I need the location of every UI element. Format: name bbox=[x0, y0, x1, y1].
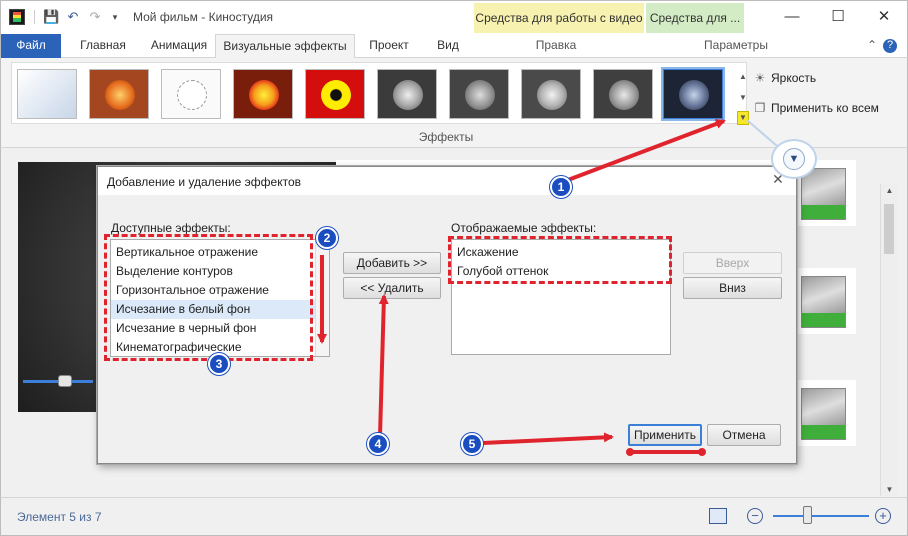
status-item-count: Элемент 5 из 7 bbox=[17, 510, 102, 524]
zoom-in-icon[interactable]: + bbox=[875, 508, 891, 524]
save-icon[interactable]: 💾 bbox=[43, 9, 59, 25]
close-button[interactable]: ✕ bbox=[861, 1, 907, 33]
add-effect-button[interactable]: Добавить >> bbox=[343, 252, 441, 274]
redo-icon[interactable]: ↷ bbox=[87, 9, 103, 25]
effects-gallery: ▲ ▼ ▼ bbox=[11, 62, 749, 125]
storyboard-clip[interactable] bbox=[801, 388, 846, 440]
available-list-scrollbar[interactable] bbox=[315, 240, 329, 356]
quick-access-separator bbox=[34, 10, 35, 24]
effect-gray-dark-thumb[interactable] bbox=[449, 69, 509, 119]
film-app-icon bbox=[9, 9, 25, 25]
effect-sketch-thumb[interactable] bbox=[161, 69, 221, 119]
tab-view[interactable]: Вид bbox=[423, 34, 473, 58]
maximize-button[interactable]: ☐ bbox=[815, 1, 861, 33]
monitor-icon[interactable] bbox=[709, 508, 727, 524]
apply-button[interactable]: Применить bbox=[628, 424, 702, 446]
more-effects-dropdown-icon: ▼ bbox=[783, 148, 805, 170]
scrollbar-thumb[interactable] bbox=[884, 204, 894, 254]
ribbon-tabs: Файл Главная Анимация Визуальные эффекты… bbox=[0, 34, 908, 59]
dialog-title-bar: Добавление и удаление эффектов ✕ bbox=[98, 167, 796, 195]
tab-home[interactable]: Главная bbox=[63, 34, 143, 58]
annotation-badge-2: 2 bbox=[316, 227, 338, 249]
annotation-callout: ▼ bbox=[771, 139, 817, 179]
available-effects-label: Доступные эффекты: bbox=[111, 221, 231, 235]
remove-effect-button[interactable]: << Удалить bbox=[343, 277, 441, 299]
preview-seek-thumb[interactable] bbox=[58, 375, 72, 387]
effect-none-thumb[interactable] bbox=[17, 69, 77, 119]
zoom-slider-track[interactable] bbox=[773, 515, 869, 517]
annotation-badge-3: 3 bbox=[208, 353, 230, 375]
apply-all-label: Применить ко всем bbox=[771, 101, 879, 115]
scroll-down-icon[interactable]: ▼ bbox=[881, 485, 898, 494]
apply-all-icon: ❐ bbox=[754, 101, 766, 115]
apply-all-button[interactable]: ❐ Применить ко всем bbox=[753, 98, 879, 118]
tab-project[interactable]: Проект bbox=[357, 34, 421, 58]
tab-file[interactable]: Файл bbox=[1, 34, 61, 58]
gallery-more-icon[interactable]: ▼ bbox=[737, 111, 749, 125]
gallery-scroll-up-icon[interactable]: ▲ bbox=[737, 69, 749, 85]
effect-saturation-thumb[interactable] bbox=[233, 69, 293, 119]
dialog-title: Добавление и удаление эффектов bbox=[107, 175, 301, 189]
storyboard-clip[interactable] bbox=[801, 276, 846, 328]
effects-group-label: Эффекты bbox=[418, 130, 474, 144]
storyboard-clip[interactable] bbox=[801, 168, 846, 220]
annotation-badge-5: 5 bbox=[461, 433, 483, 455]
move-up-button[interactable]: Вверх bbox=[683, 252, 782, 274]
effect-gray-light-thumb[interactable] bbox=[521, 69, 581, 119]
brightness-label: Яркость bbox=[771, 71, 817, 85]
context-group-edit[interactable]: Правка bbox=[481, 34, 631, 58]
context-tab-video-tools[interactable]: Средства для работы с видео bbox=[474, 3, 644, 33]
tab-animation[interactable]: Анимация bbox=[143, 34, 215, 58]
effect-mono-thumb[interactable] bbox=[593, 69, 653, 119]
cancel-button[interactable]: Отмена bbox=[707, 424, 781, 446]
effect-gray-thumb[interactable] bbox=[377, 69, 437, 119]
tab-visual-effects[interactable]: Визуальные эффекты bbox=[215, 34, 355, 59]
annotation-box-available bbox=[104, 234, 313, 361]
status-bar: Элемент 5 из 7 − + bbox=[0, 497, 908, 536]
move-down-button[interactable]: Вниз bbox=[683, 277, 782, 299]
storyboard-scrollbar[interactable]: ▲ ▼ bbox=[880, 184, 897, 496]
effect-threshold-thumb[interactable] bbox=[305, 69, 365, 119]
annotation-badge-1: 1 bbox=[550, 176, 572, 198]
annotation-badge-4: 4 bbox=[367, 433, 389, 455]
undo-icon[interactable]: ↶ bbox=[65, 9, 81, 25]
effect-blue-tint-thumb[interactable] bbox=[661, 67, 725, 121]
quick-access-dropdown-icon[interactable]: ▾ bbox=[107, 9, 123, 25]
displayed-effects-label: Отображаемые эффекты: bbox=[451, 221, 597, 235]
zoom-slider-thumb[interactable] bbox=[803, 506, 812, 524]
help-icon[interactable]: ? bbox=[883, 39, 897, 53]
title-bar: 💾 ↶ ↷ ▾ Мой фильм - Киностудия Средства … bbox=[0, 0, 908, 34]
brightness-button[interactable]: ☀ Яркость bbox=[753, 68, 817, 88]
effect-warm-thumb[interactable] bbox=[89, 69, 149, 119]
window-title: Мой фильм - Киностудия bbox=[133, 10, 274, 24]
context-tab-other-tools[interactable]: Средства для ... bbox=[646, 3, 744, 33]
brightness-icon: ☀ bbox=[754, 71, 766, 85]
ribbon-collapse-icon[interactable]: ⌃ bbox=[867, 38, 877, 52]
zoom-out-icon[interactable]: − bbox=[747, 508, 763, 524]
context-group-params[interactable]: Параметры bbox=[651, 34, 821, 58]
gallery-scroll-down-icon[interactable]: ▼ bbox=[737, 90, 749, 106]
annotation-box-displayed bbox=[448, 236, 672, 284]
minimize-button[interactable]: — bbox=[769, 1, 815, 33]
scroll-up-icon[interactable]: ▲ bbox=[881, 186, 898, 195]
ribbon-visual-effects: ▲ ▼ ▼ ☀ Яркость ❐ Применить ко всем Эффе… bbox=[0, 58, 908, 148]
